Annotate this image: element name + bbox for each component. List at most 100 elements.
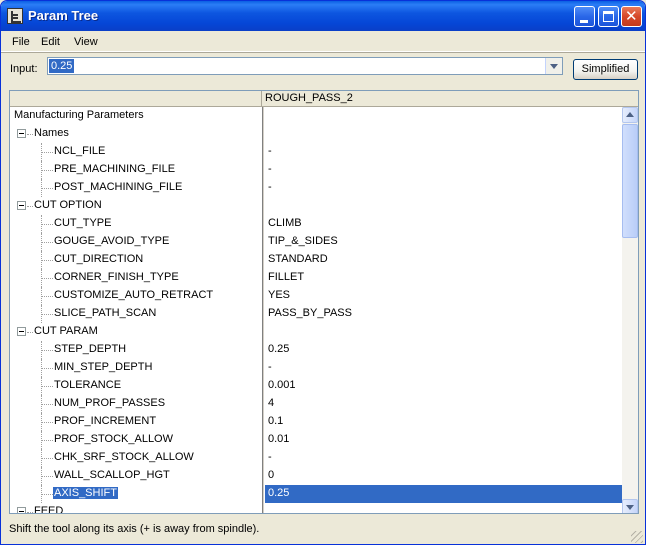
tree-connector [41, 359, 42, 377]
param-name: CORNER_FINISH_TYPE [54, 271, 179, 283]
arrow-up-icon [626, 112, 634, 117]
tree-connector [41, 188, 53, 189]
table-row[interactable]: SLICE_PATH_SCAN PASS_BY_PASS [10, 305, 622, 323]
close-button[interactable]: ✕ [621, 6, 642, 27]
input-combobox[interactable]: 0.25 [47, 57, 563, 75]
table-row[interactable]: Manufacturing Parameters [10, 107, 622, 125]
param-name: GOUGE_AVOID_TYPE [54, 235, 170, 247]
collapse-toggle-icon[interactable] [17, 327, 26, 336]
param-value[interactable]: PASS_BY_PASS [268, 307, 352, 319]
param-name: WALL_SCALLOP_HGT [54, 469, 170, 481]
scroll-down-button[interactable] [622, 499, 638, 513]
param-value[interactable]: 0.25 [268, 487, 289, 499]
tree-connector [41, 494, 53, 495]
table-row[interactable]: GOUGE_AVOID_TYPE TIP_&_SIDES [10, 233, 622, 251]
table-row[interactable]: PRE_MACHINING_FILE - [10, 161, 622, 179]
table-row[interactable]: POST_MACHINING_FILE - [10, 179, 622, 197]
param-tree-window: Param Tree ✕ File Edit View Input: 0.25 … [0, 0, 646, 545]
table-row[interactable]: CHK_SRF_STOCK_ALLOW - [10, 449, 622, 467]
collapse-toggle-icon[interactable] [17, 201, 26, 210]
simplified-button[interactable]: Simplified [573, 59, 638, 80]
table-row-selected[interactable]: AXIS_SHIFT 0.25 [10, 485, 622, 503]
menu-edit[interactable]: Edit [41, 36, 60, 48]
param-value[interactable]: YES [268, 289, 290, 301]
table-row[interactable]: CUT OPTION [10, 197, 622, 215]
param-name: POST_MACHINING_FILE [54, 181, 183, 193]
param-value[interactable]: - [268, 163, 272, 175]
param-value[interactable]: 0.1 [268, 415, 283, 427]
scroll-up-button[interactable] [622, 107, 638, 123]
param-value[interactable]: 0.01 [268, 433, 289, 445]
tree-connector [41, 296, 53, 297]
param-name: STEP_DEPTH [54, 343, 127, 355]
close-icon: ✕ [625, 7, 638, 25]
table-row[interactable]: STEP_DEPTH 0.25 [10, 341, 622, 359]
table-row[interactable]: NCL_FILE - [10, 143, 622, 161]
menu-file[interactable]: File [12, 36, 30, 48]
table-row[interactable]: CUT PARAM [10, 323, 622, 341]
header-label-cell [10, 91, 262, 106]
tree-group-label: CUT PARAM [34, 325, 98, 337]
title-bar[interactable]: Param Tree ✕ [1, 1, 645, 31]
tree-connector [41, 314, 53, 315]
status-text: Shift the tool along its axis (+ is away… [9, 523, 260, 535]
tree-connector [41, 242, 53, 243]
collapse-toggle-icon[interactable] [17, 129, 26, 138]
param-name: CHK_SRF_STOCK_ALLOW [54, 451, 194, 463]
tree-group-label: CUT OPTION [34, 199, 102, 211]
combo-dropdown-button[interactable] [545, 58, 562, 74]
maximize-icon [603, 11, 614, 22]
tree-connector [41, 143, 42, 161]
table-row[interactable]: CUSTOMIZE_AUTO_RETRACT YES [10, 287, 622, 305]
table-row[interactable]: WALL_SCALLOP_HGT 0 [10, 467, 622, 485]
tree-connector [41, 152, 53, 153]
table-row[interactable]: CUT_DIRECTION STANDARD [10, 251, 622, 269]
column-divider[interactable] [262, 107, 264, 513]
tree-connector [27, 206, 33, 207]
param-value[interactable]: 0.25 [268, 343, 289, 355]
table-row[interactable]: NUM_PROF_PASSES 4 [10, 395, 622, 413]
vertical-scrollbar[interactable] [622, 107, 638, 513]
menu-view[interactable]: View [74, 36, 98, 48]
table-row[interactable]: FEED [10, 503, 622, 513]
table-row[interactable]: CORNER_FINISH_TYPE FILLET [10, 269, 622, 287]
param-name: CUT_TYPE [54, 217, 112, 229]
param-value[interactable]: 0.001 [268, 379, 296, 391]
tree-connector [41, 170, 53, 171]
param-value[interactable]: - [268, 181, 272, 193]
table-row[interactable]: Names [10, 125, 622, 143]
table-row[interactable]: MIN_STEP_DEPTH - [10, 359, 622, 377]
tree-connector [41, 233, 42, 251]
tree-connector [41, 179, 42, 197]
minimize-button[interactable] [574, 6, 595, 27]
maximize-button[interactable] [598, 6, 619, 27]
input-field[interactable]: 0.25 [49, 59, 75, 73]
tree-connector [41, 467, 42, 485]
param-value[interactable]: TIP_&_SIDES [268, 235, 338, 247]
tree-connector [41, 404, 53, 405]
column-header[interactable]: ROUGH_PASS_2 [265, 92, 353, 104]
param-value[interactable]: - [268, 451, 272, 463]
param-value[interactable]: - [268, 361, 272, 373]
scroll-thumb[interactable] [622, 124, 638, 238]
collapse-toggle-icon[interactable] [17, 507, 26, 513]
tree-connector [41, 260, 53, 261]
chevron-down-icon [550, 64, 558, 69]
param-value[interactable]: 4 [268, 397, 274, 409]
param-value[interactable]: CLIMB [268, 217, 302, 229]
table-row[interactable]: PROF_INCREMENT 0.1 [10, 413, 622, 431]
param-value[interactable]: - [268, 145, 272, 157]
table-row[interactable]: TOLERANCE 0.001 [10, 377, 622, 395]
param-value[interactable]: 0 [268, 469, 274, 481]
table-row[interactable]: CUT_TYPE CLIMB [10, 215, 622, 233]
param-grid: ROUGH_PASS_2 Manufacturing Parameters Nam… [9, 90, 639, 514]
tree-connector [41, 485, 42, 503]
tree-connector [41, 287, 42, 305]
window-title: Param Tree [28, 8, 99, 23]
param-value[interactable]: FILLET [268, 271, 304, 283]
resize-grip-icon[interactable] [631, 531, 643, 543]
grid-header: ROUGH_PASS_2 [10, 91, 638, 107]
table-row[interactable]: PROF_STOCK_ALLOW 0.01 [10, 431, 622, 449]
param-value[interactable]: STANDARD [268, 253, 328, 265]
tree-connector [41, 251, 42, 269]
